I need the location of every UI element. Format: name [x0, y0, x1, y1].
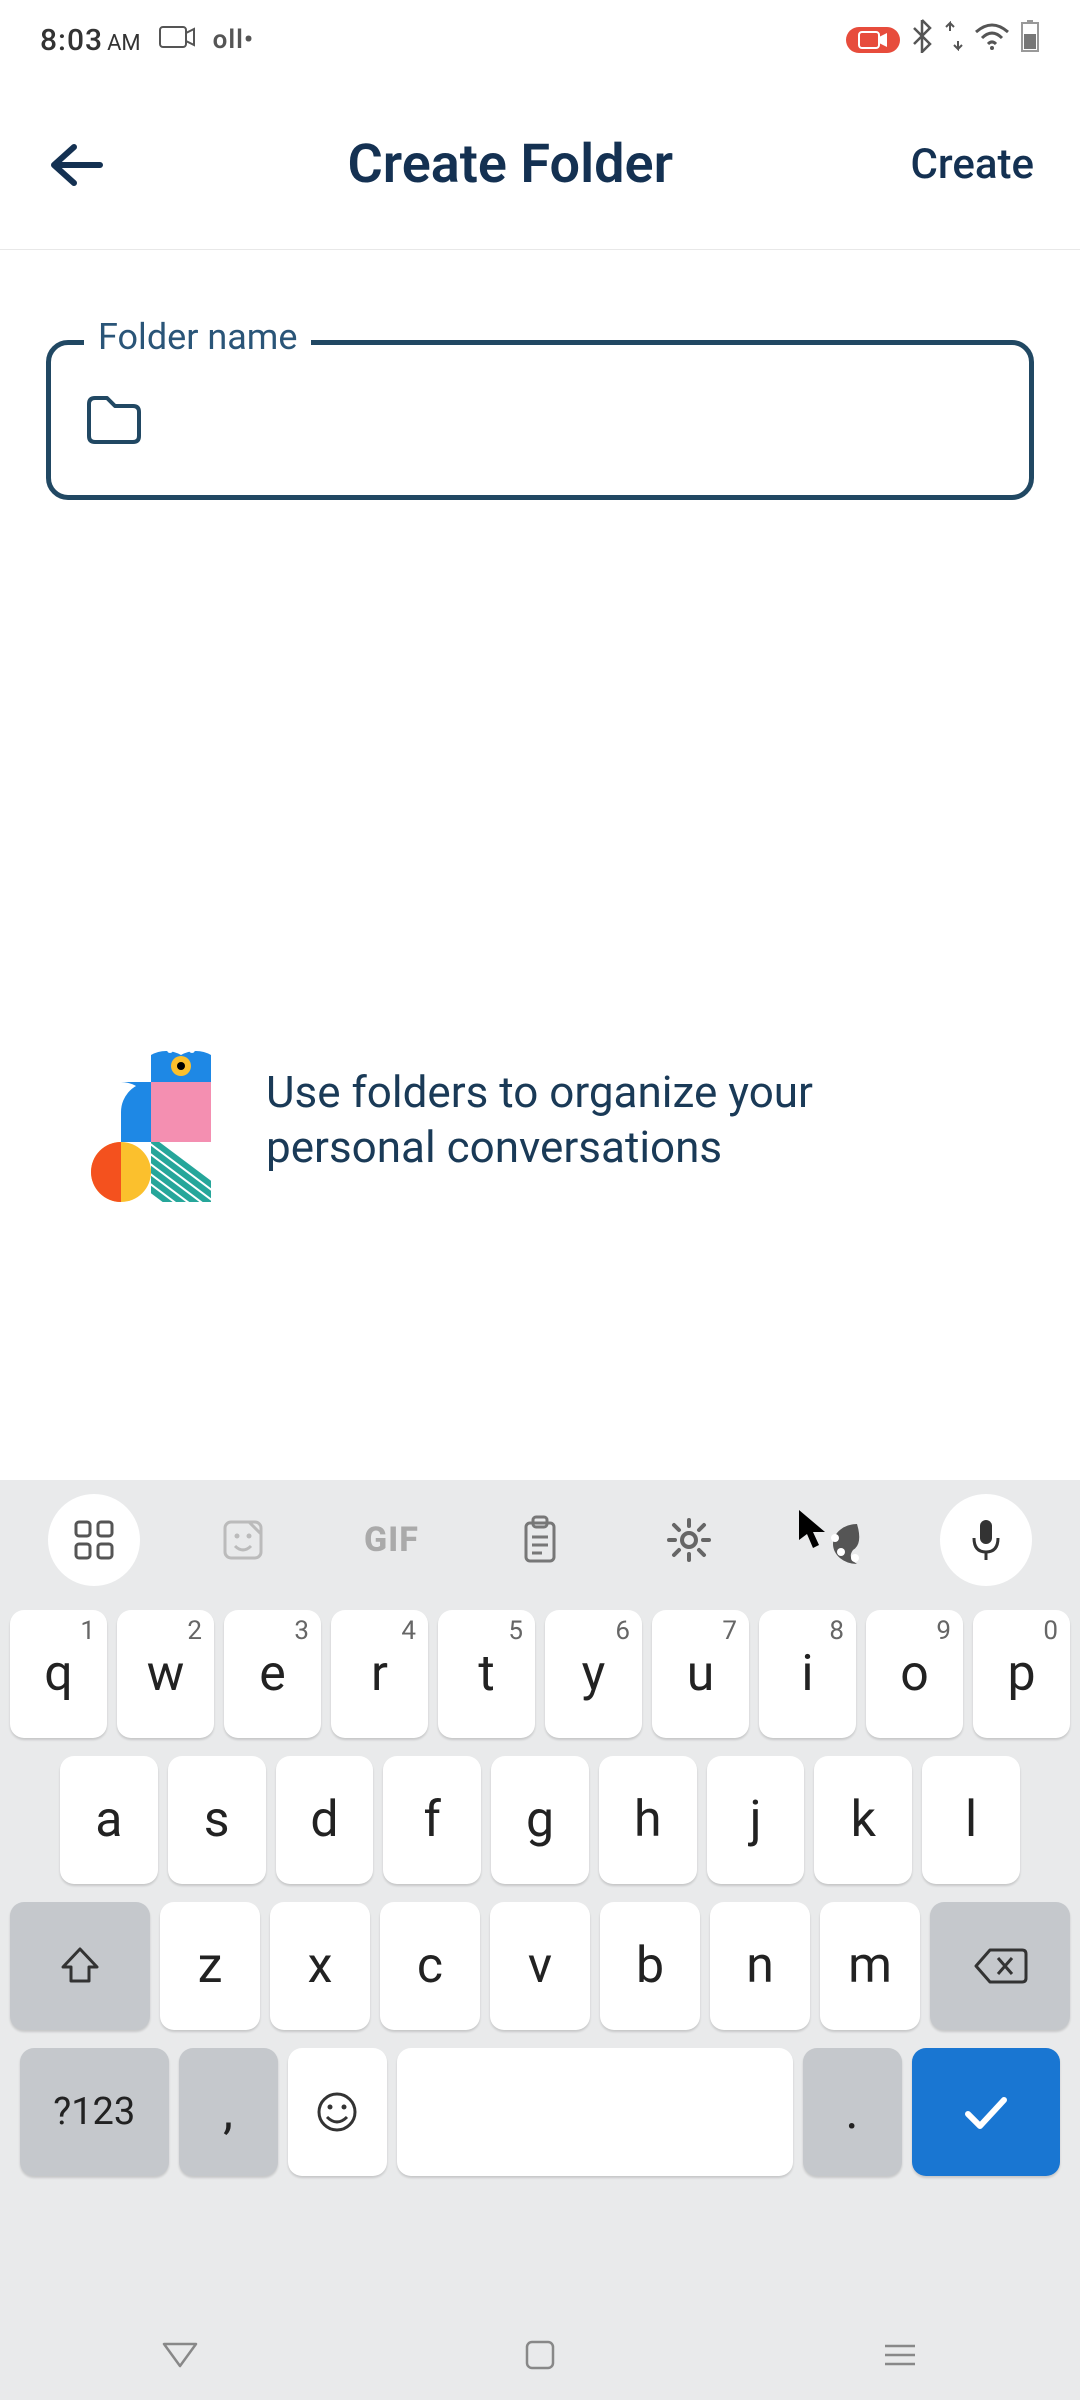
key-space[interactable]	[397, 2048, 793, 2176]
page-title: Create Folder	[347, 133, 673, 196]
kb-row-2: a s d f g h j k l	[10, 1756, 1070, 1884]
nav-home-icon	[523, 2338, 557, 2372]
camera-status-icon	[159, 23, 195, 58]
kb-row-3: z x c v b n m	[10, 1902, 1070, 2030]
key-c[interactable]: c	[380, 1902, 480, 2030]
kb-sticker-button[interactable]	[197, 1494, 289, 1586]
hint-row: Use folders to organize your personal co…	[46, 1020, 1034, 1220]
sticker-icon	[219, 1516, 267, 1564]
key-z[interactable]: z	[160, 1902, 260, 2030]
key-k[interactable]: k	[814, 1756, 912, 1884]
kb-clipboard-button[interactable]	[494, 1494, 586, 1586]
nav-recents-icon	[881, 2341, 919, 2369]
carrier-text-icon: oll•	[213, 25, 254, 55]
gif-label: GIF	[364, 1520, 419, 1560]
key-b[interactable]: b	[600, 1902, 700, 2030]
data-sync-icon	[944, 21, 964, 59]
top-bar: Create Folder Create	[0, 80, 1080, 250]
kb-settings-button[interactable]	[643, 1494, 735, 1586]
key-emoji[interactable]	[288, 2048, 387, 2176]
create-button-label: Create	[911, 140, 1035, 189]
hint-illustration-icon	[86, 1020, 226, 1220]
status-right	[846, 19, 1040, 61]
nav-back[interactable]	[155, 2330, 205, 2380]
content-area: Folder name	[0, 250, 1080, 1270]
key-r[interactable]: r4	[331, 1610, 428, 1738]
check-icon	[958, 2092, 1014, 2132]
on-screen-keyboard: GIF q1 w2 e3 r4 t5 y	[0, 1480, 1080, 2400]
key-backspace[interactable]	[930, 1902, 1070, 2030]
backspace-icon	[972, 1946, 1028, 1986]
key-enter[interactable]	[912, 2048, 1061, 2176]
kb-gif-button[interactable]: GIF	[345, 1494, 437, 1586]
kb-apps-button[interactable]	[48, 1494, 140, 1586]
hint-text: Use folders to organize your personal co…	[266, 1065, 906, 1175]
key-d[interactable]: d	[276, 1756, 374, 1884]
keyboard-toolbar: GIF	[0, 1480, 1080, 1600]
back-button[interactable]	[40, 130, 110, 200]
gear-icon	[665, 1516, 713, 1564]
key-x[interactable]: x	[270, 1902, 370, 2030]
key-comma[interactable]: ,	[179, 2048, 278, 2176]
emoji-icon	[313, 2088, 361, 2136]
back-arrow-icon	[46, 141, 104, 189]
nav-home[interactable]	[515, 2330, 565, 2380]
wifi-icon	[974, 22, 1010, 58]
key-t[interactable]: t5	[438, 1610, 535, 1738]
record-indicator-icon	[846, 27, 900, 53]
status-time: 8:03AM	[40, 23, 141, 58]
folder-name-box[interactable]	[46, 340, 1034, 500]
page-title-wrap: Create Folder	[110, 133, 911, 196]
kb-mic-button[interactable]	[940, 1494, 1032, 1586]
kb-row-bottom: ?123 , .	[10, 2048, 1070, 2194]
folder-name-label: Folder name	[84, 316, 311, 358]
key-symbols[interactable]: ?123	[20, 2048, 169, 2176]
key-n[interactable]: n	[710, 1902, 810, 2030]
key-j[interactable]: j	[707, 1756, 805, 1884]
apps-grid-icon	[72, 1518, 116, 1562]
folder-name-input[interactable]	[169, 345, 999, 495]
key-e[interactable]: e3	[224, 1610, 321, 1738]
key-shift[interactable]	[10, 1902, 150, 2030]
status-time-ampm: AM	[107, 31, 141, 56]
key-y[interactable]: y6	[545, 1610, 642, 1738]
status-left: 8:03AM oll•	[40, 23, 254, 58]
key-u[interactable]: u7	[652, 1610, 749, 1738]
key-s[interactable]: s	[168, 1756, 266, 1884]
key-i[interactable]: i8	[759, 1610, 856, 1738]
key-l[interactable]: l	[922, 1756, 1020, 1884]
nav-recents[interactable]	[875, 2330, 925, 2380]
status-bar: 8:03AM oll•	[0, 0, 1080, 80]
bluetooth-icon	[910, 19, 934, 61]
key-period[interactable]: .	[803, 2048, 902, 2176]
key-w[interactable]: w2	[117, 1610, 214, 1738]
clipboard-icon	[518, 1515, 562, 1565]
mic-icon	[968, 1516, 1004, 1564]
kb-row-1: q1 w2 e3 r4 t5 y6 u7 i8 o9 p0	[10, 1610, 1070, 1738]
status-time-value: 8:03	[40, 23, 103, 58]
key-g[interactable]: g	[491, 1756, 589, 1884]
kb-theme-button[interactable]	[791, 1494, 883, 1586]
folder-name-field: Folder name	[46, 340, 1034, 500]
shift-icon	[57, 1943, 103, 1989]
key-h[interactable]: h	[599, 1756, 697, 1884]
key-m[interactable]: m	[820, 1902, 920, 2030]
palette-with-cursor-icon	[797, 1508, 877, 1572]
key-v[interactable]: v	[490, 1902, 590, 2030]
key-q[interactable]: q1	[10, 1610, 107, 1738]
keyboard-rows: q1 w2 e3 r4 t5 y6 u7 i8 o9 p0 a s d f g …	[0, 1600, 1080, 2400]
android-nav-bar	[0, 2310, 1080, 2400]
nav-back-icon	[160, 2340, 200, 2370]
key-f[interactable]: f	[383, 1756, 481, 1884]
key-a[interactable]: a	[60, 1756, 158, 1884]
key-o[interactable]: o9	[866, 1610, 963, 1738]
battery-icon	[1020, 20, 1040, 60]
folder-icon	[81, 388, 145, 452]
create-button[interactable]: Create	[911, 140, 1041, 189]
key-p[interactable]: p0	[973, 1610, 1070, 1738]
